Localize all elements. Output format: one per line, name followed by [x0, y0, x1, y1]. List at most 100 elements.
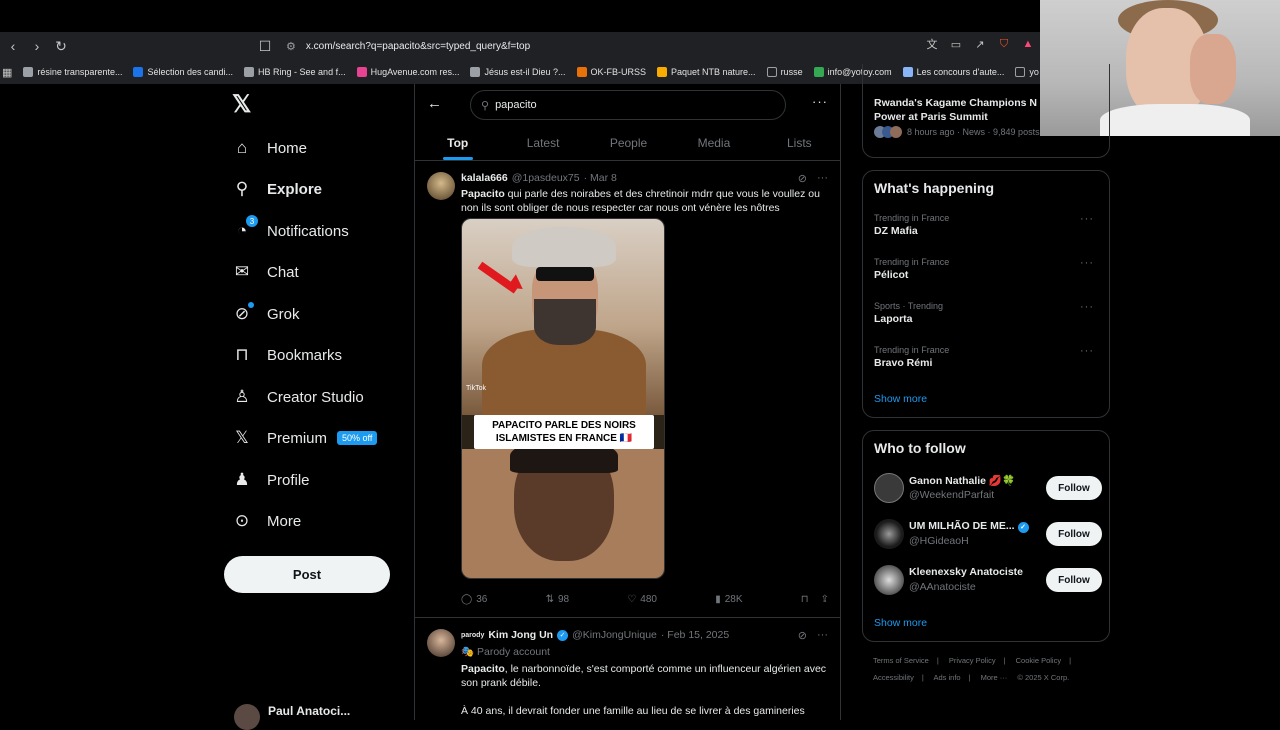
grok-explain-icon[interactable]: ⊘: [798, 172, 807, 185]
views-button[interactable]: ▮ 28K: [715, 594, 742, 605]
tab-media[interactable]: Media: [671, 126, 756, 160]
nav-home[interactable]: ⌂ Home: [232, 133, 307, 163]
trend-more-icon[interactable]: ···: [1080, 213, 1094, 225]
bookmark-item[interactable]: HB Ring - See and f...: [244, 67, 346, 77]
news-card[interactable]: Rwanda's Kagame Champions N Power at Par…: [862, 64, 1110, 158]
repost-button[interactable]: ⇅ 98: [546, 594, 570, 605]
tab-top[interactable]: Top: [415, 126, 500, 160]
avatar[interactable]: [427, 629, 455, 657]
follow-suggestion[interactable]: UM MILHÃO DE ME... ✓ @HGideaoH Follow: [874, 519, 1102, 553]
back-icon[interactable]: ‹: [2, 35, 24, 57]
show-more-link[interactable]: Show more: [874, 393, 927, 405]
nav-bookmarks[interactable]: ⊓ Bookmarks: [232, 340, 342, 370]
search-icon: ⚲: [481, 99, 490, 112]
avatar[interactable]: [874, 473, 904, 503]
tweet-more-icon[interactable]: ···: [817, 629, 828, 642]
whats-happening-card: What's happening Trending in France DZ M…: [862, 170, 1110, 418]
who-to-follow-card: Who to follow Ganon Nathalie 💋🍀 @Weekend…: [862, 430, 1110, 642]
show-more-link[interactable]: Show more: [874, 617, 927, 629]
trend-context: Trending in France: [874, 213, 950, 223]
tweet-more-icon[interactable]: ···: [817, 172, 828, 185]
bookmark-star-icon[interactable]: ☐: [254, 35, 276, 57]
footer-link[interactable]: Privacy Policy: [949, 656, 996, 665]
share-icon[interactable]: ⇪: [821, 594, 829, 605]
bookmark-icon[interactable]: ⊓: [801, 594, 809, 605]
bookmark-item[interactable]: OK-FB-URSS: [576, 67, 646, 77]
like-button[interactable]: ♡ 480: [627, 594, 657, 605]
tweet[interactable]: kalala666 @1pasdeux75 · Mar 8 ⊘ ··· Papa…: [415, 162, 840, 618]
bookmark-item[interactable]: Sélection des candi...: [133, 67, 233, 77]
tab-lists[interactable]: Lists: [757, 126, 840, 160]
bookmark-item[interactable]: HugAvenue.com res...: [356, 67, 459, 77]
nav-notifications[interactable]: ◔ 3 Notifications: [232, 215, 349, 246]
bookmark-item[interactable]: résine transparente...: [23, 67, 122, 77]
views-count: 28K: [724, 594, 743, 605]
brave-shield-icon[interactable]: ⛉: [996, 36, 1012, 52]
nav-grok[interactable]: ⊘ Grok: [232, 299, 300, 329]
suggestion-handle: @WeekendParfait: [909, 489, 995, 501]
trend-more-icon[interactable]: ···: [1080, 301, 1094, 313]
share-icon[interactable]: ↗: [972, 36, 988, 52]
copyright: © 2025 X Corp.: [1017, 673, 1070, 682]
post-button[interactable]: Post: [224, 556, 390, 593]
follow-button[interactable]: Follow: [1046, 568, 1102, 592]
bookmark-item[interactable]: Paquet NTB nature...: [657, 67, 756, 77]
tweet-author-name[interactable]: kalala666: [461, 172, 508, 184]
site-info-icon[interactable]: ⚙: [286, 40, 296, 53]
reload-icon[interactable]: ↻: [50, 35, 72, 57]
avatar[interactable]: [874, 519, 904, 549]
apps-icon[interactable]: ▦: [2, 66, 12, 79]
nav-chat[interactable]: ✉ Chat: [232, 257, 299, 287]
footer-link[interactable]: Terms of Service: [873, 656, 929, 665]
footer-link[interactable]: Accessibility: [873, 673, 914, 682]
nav-explore[interactable]: ⚲ Explore: [232, 174, 322, 204]
account-switcher[interactable]: Paul Anatoci...: [234, 704, 364, 730]
brave-rewards-icon[interactable]: ▲: [1020, 36, 1036, 52]
tab-latest[interactable]: Latest: [500, 126, 585, 160]
back-arrow-icon[interactable]: ←: [427, 95, 442, 112]
tweet-author-handle[interactable]: @KimJongUnique: [572, 629, 657, 641]
trend-more-icon[interactable]: ···: [1080, 257, 1094, 269]
x-logo-icon[interactable]: 𝕏: [232, 93, 254, 117]
avatar[interactable]: [874, 565, 904, 595]
nav-profile[interactable]: ♟ Profile: [232, 465, 309, 495]
reply-button[interactable]: ◯ 36: [461, 594, 487, 605]
follow-button[interactable]: Follow: [1046, 476, 1102, 500]
tweet-video[interactable]: TikTok PAPACITO PARLE DES NOIRS ISLAMIST…: [461, 218, 665, 579]
trend-item[interactable]: Sports · Trending Laporta ···: [874, 301, 1100, 325]
trend-item[interactable]: Trending in France DZ Mafia ···: [874, 213, 1100, 237]
translate-icon[interactable]: 文: [924, 36, 940, 52]
follow-suggestion[interactable]: Kleenexsky Anatociste @AAnatociste Follo…: [874, 565, 1102, 599]
tab-people[interactable]: People: [586, 126, 671, 160]
footer-links: Terms of Service | Privacy Policy | Cookie…: [873, 652, 1105, 686]
tweet-text: Papacito qui parle des noirabes et des c…: [461, 187, 829, 215]
trend-item[interactable]: Trending in France Pélicot ···: [874, 257, 1100, 281]
nav-premium[interactable]: 𝕏 Premium 50% off: [232, 423, 378, 453]
cast-icon[interactable]: ▭: [948, 36, 964, 52]
footer-link[interactable]: Cookie Policy: [1016, 656, 1061, 665]
footer-link[interactable]: More ···: [981, 673, 1008, 682]
footer-link[interactable]: Ads info: [933, 673, 960, 682]
trend-more-icon[interactable]: ···: [1080, 345, 1094, 357]
avatar[interactable]: [427, 172, 455, 200]
more-options-icon[interactable]: ···: [812, 94, 828, 109]
tweet-author-name[interactable]: Kim Jong Un: [488, 629, 553, 641]
trend-item[interactable]: Trending in France Bravo Rémi ···: [874, 345, 1100, 369]
search-input[interactable]: ⚲ papacito: [470, 90, 786, 120]
tweet[interactable]: parody Kim Jong Un ✓ @KimJongUnique · Fe…: [415, 619, 840, 720]
person-icon: ♟: [234, 470, 250, 489]
nav-creator-studio[interactable]: ♙ Creator Studio: [232, 382, 363, 412]
follow-button[interactable]: Follow: [1046, 522, 1102, 546]
avatar: [234, 704, 260, 730]
tweet-date[interactable]: · Mar 8: [584, 172, 617, 184]
follow-suggestion[interactable]: Ganon Nathalie 💋🍀 @WeekendParfait Follow: [874, 473, 1102, 507]
bookmark-folder[interactable]: russe: [766, 67, 803, 77]
bookmark-favicon-icon: [23, 67, 34, 77]
url-field[interactable]: ⚙ x.com/search?q=papacito&src=typed_quer…: [286, 36, 926, 56]
nav-more[interactable]: ⊙ More: [232, 506, 301, 536]
forward-icon[interactable]: ›: [26, 35, 48, 57]
tweet-author-handle[interactable]: @1pasdeux75: [512, 172, 580, 184]
bookmark-item[interactable]: Jésus est-il Dieu ?...: [470, 67, 566, 77]
tweet-date[interactable]: · Feb 15, 2025: [661, 629, 729, 641]
grok-explain-icon[interactable]: ⊘: [798, 629, 807, 642]
